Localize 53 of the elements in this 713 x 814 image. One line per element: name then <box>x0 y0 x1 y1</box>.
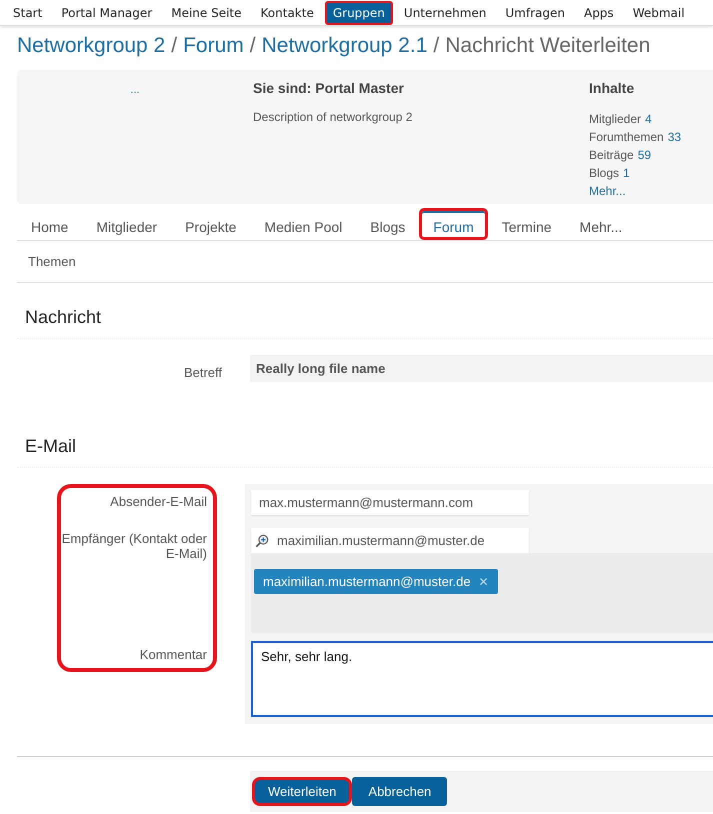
field-label: Empfänger (Kontakt oder E-Mail) <box>61 531 207 563</box>
subject-field: Really long file name <box>250 355 713 382</box>
group-description: Description of networkgroup 2 <box>253 110 414 124</box>
field-label: Absender-E-Mail <box>109 494 207 511</box>
nav-link[interactable]: Unternehmen <box>396 0 494 24</box>
recipient-search-field[interactable]: maximilian.mustermann@muster.de <box>251 528 529 553</box>
comment-field[interactable]: Sehr, sehr lang. <box>251 641 713 717</box>
breadcrumb-separator: / <box>250 34 256 58</box>
group-tab[interactable]: Projekte <box>171 208 250 240</box>
nav-link[interactable]: Portal Manager <box>53 0 160 24</box>
form-button[interactable]: Abbrechen <box>352 777 448 806</box>
group-tab[interactable]: Home <box>17 208 82 240</box>
breadcrumb-link[interactable]: Forum <box>183 34 244 58</box>
nav-link[interactable]: Webmail <box>624 0 693 24</box>
stat-count-link[interactable]: 33 <box>668 128 682 146</box>
stat-label: Mitglieder <box>589 111 642 128</box>
role-title: Sie sind: Portal Master <box>253 80 405 96</box>
page-title: Nachricht Weiterleiten <box>445 34 650 58</box>
section-heading: E-Mail <box>17 412 713 468</box>
nav-link[interactable]: Umfragen <box>497 0 573 24</box>
group-tab[interactable]: Mehr... <box>566 208 636 240</box>
more-link[interactable]: Mehr... <box>589 182 682 200</box>
group-tab[interactable]: Mitglieder <box>82 208 172 240</box>
group-tab[interactable]: Termine <box>488 208 566 240</box>
field-label: Kommentar <box>138 647 207 662</box>
recipient-email: maximilian.mustermann@muster.de <box>263 574 471 589</box>
group-tab[interactable]: Forum <box>419 208 488 240</box>
recipient-input-text: maximilian.mustermann@muster.de <box>277 532 485 550</box>
stat-count-link[interactable]: 1 <box>623 164 630 182</box>
nav-link[interactable]: Start <box>5 0 50 24</box>
contents-title: Inhalte <box>589 80 636 96</box>
breadcrumb-separator: / <box>433 34 440 58</box>
nav-link[interactable]: Meine Seite <box>163 0 250 24</box>
field-label: Betreff <box>184 365 222 380</box>
stat-label: Forumthemen <box>589 129 664 146</box>
group-tab[interactable]: Medien Pool <box>250 208 356 240</box>
stat-label: Beiträge <box>589 147 634 164</box>
nav-link[interactable]: Gruppen <box>324 0 393 24</box>
nav-link[interactable]: Apps <box>576 0 622 24</box>
stat-count-link[interactable]: 4 <box>645 110 652 128</box>
nav-link[interactable]: Kontakte <box>252 0 322 24</box>
sender-email-field[interactable]: max.mustermann@mustermann.com <box>251 490 529 515</box>
search-icon <box>255 534 269 548</box>
form-button[interactable]: Weiterleiten <box>252 777 352 806</box>
group-tab[interactable]: Blogs <box>356 208 420 240</box>
group-logo-link[interactable]: ... <box>130 84 140 96</box>
breadcrumb-link[interactable]: Networkgroup 2.1 <box>262 34 428 58</box>
stat-count-link[interactable]: 59 <box>638 146 652 164</box>
breadcrumb-link[interactable]: Networkgroup 2 <box>17 34 166 58</box>
breadcrumb-separator: / <box>171 34 178 58</box>
stat-label: Blogs <box>589 165 620 182</box>
sub-tab[interactable]: Themen <box>17 254 87 269</box>
section-heading: Nachricht <box>17 283 713 339</box>
